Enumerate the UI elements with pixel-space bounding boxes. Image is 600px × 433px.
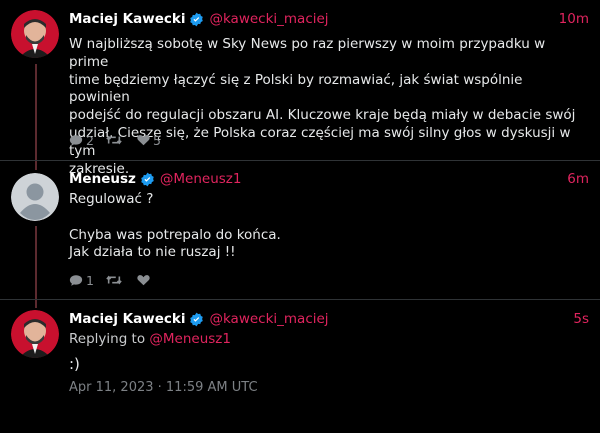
tweet-1[interactable]: Maciej Kawecki @kawecki_maciej 10m W naj… <box>0 0 600 177</box>
tweet-text: W najbliższą sobotę w Sky News po raz pi… <box>69 36 576 177</box>
replying-to: Replying to @Meneusz1 <box>69 331 231 347</box>
tweet-text: Regulować ? Chyba was potrepalo do końca… <box>69 191 281 261</box>
author-name[interactable]: Maciej Kawecki <box>69 311 185 327</box>
avatar[interactable] <box>11 310 59 358</box>
retweet-icon <box>106 275 122 285</box>
tweet-time[interactable]: 10m <box>559 11 589 27</box>
reply-icon <box>69 134 83 146</box>
verified-badge-icon <box>140 172 155 187</box>
reply-button[interactable]: 1 <box>69 273 94 288</box>
verified-badge-icon <box>189 312 204 327</box>
author-name[interactable]: Maciej Kawecki <box>69 11 185 27</box>
tweet-time[interactable]: 6m <box>567 171 589 187</box>
retweet-icon <box>106 135 122 145</box>
tweet-2[interactable]: Meneusz @Meneusz1 6m Regulować ? Chyba w… <box>0 161 600 299</box>
tweet-text: :) <box>69 355 80 373</box>
replying-to-link[interactable]: @Meneusz1 <box>149 331 231 347</box>
tweet-3[interactable]: Maciej Kawecki @kawecki_maciej 5s Replyi… <box>0 300 600 433</box>
avatar-default[interactable] <box>11 173 59 221</box>
tweet-time[interactable]: 5s <box>573 311 589 327</box>
author-handle[interactable]: @kawecki_maciej <box>209 311 328 327</box>
tweet-timestamp[interactable]: Apr 11, 2023 · 11:59 AM UTC <box>69 380 258 395</box>
tweet-actions: 1 <box>69 272 165 288</box>
like-button[interactable]: 5 <box>137 133 161 148</box>
tweet-actions: 2 5 <box>69 132 173 148</box>
reply-button[interactable]: 2 <box>69 133 94 148</box>
verified-badge-icon <box>189 12 204 27</box>
reply-icon <box>69 274 83 286</box>
heart-icon <box>137 135 150 146</box>
retweet-button[interactable] <box>106 274 125 286</box>
retweet-button[interactable] <box>106 134 125 146</box>
author-name[interactable]: Meneusz <box>69 171 136 187</box>
reply-count: 1 <box>86 272 94 288</box>
like-button[interactable] <box>137 274 153 286</box>
like-count: 5 <box>152 132 161 148</box>
reply-count: 2 <box>86 132 94 148</box>
author-handle[interactable]: @kawecki_maciej <box>209 11 328 27</box>
author-handle[interactable]: @Meneusz1 <box>160 171 242 187</box>
avatar[interactable] <box>11 10 59 58</box>
replying-prefix: Replying to <box>69 331 146 347</box>
heart-icon <box>137 275 150 286</box>
